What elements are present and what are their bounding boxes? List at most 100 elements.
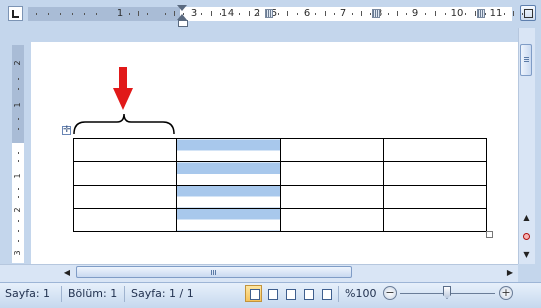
table-cell-selected[interactable]: [176, 161, 281, 186]
ruler-label: 11: [489, 8, 503, 19]
vertical-ruler-dot: [18, 240, 19, 242]
table-cell[interactable]: [279, 207, 384, 233]
previous-page-icon[interactable]: ▲: [519, 211, 534, 224]
ruler-dot: [48, 13, 49, 15]
table-cell[interactable]: [279, 161, 384, 186]
vertical-ruler-label: 2: [13, 60, 22, 66]
curly-brace-annotation: [73, 113, 175, 135]
table-column-marker[interactable]: [477, 9, 485, 18]
ruler-dot: [370, 13, 371, 15]
status-separator: [338, 286, 339, 302]
table-cell[interactable]: [382, 184, 488, 209]
status-page[interactable]: Sayfa: 1: [5, 288, 50, 300]
left-tab-icon[interactable]: [8, 6, 23, 21]
table-cell[interactable]: [279, 184, 384, 209]
table-cell[interactable]: [72, 137, 178, 163]
ruler-dot: [388, 13, 389, 15]
ruler-dot: [296, 13, 298, 15]
vertical-ruler-label: 2: [13, 207, 22, 213]
table-move-handle-icon[interactable]: ✛: [62, 126, 71, 135]
vertical-ruler-dot: [18, 152, 19, 154]
table-cell[interactable]: [72, 184, 178, 209]
table-cell[interactable]: [382, 137, 488, 163]
ruler-tick: [513, 11, 514, 16]
ruler-dot: [84, 13, 85, 15]
table-cell-selected[interactable]: [176, 137, 281, 163]
ruler-dot: [129, 13, 130, 15]
table-cell[interactable]: [72, 161, 178, 186]
ruler-dot: [96, 13, 97, 15]
vertical-ruler-dot: [18, 160, 19, 162]
zoom-level[interactable]: %100: [345, 288, 376, 300]
table-cell[interactable]: [382, 161, 488, 186]
ruler-label: 1: [116, 8, 124, 19]
table-row: [72, 137, 488, 163]
table-row: [72, 161, 488, 186]
ruler-dot: [36, 13, 37, 15]
next-page-icon[interactable]: ▼: [519, 248, 534, 261]
table-cell[interactable]: [279, 137, 384, 163]
ruler-tick: [138, 11, 139, 16]
vertical-ruler-dot: [18, 188, 19, 190]
ruler-dot: [165, 13, 166, 15]
vertical-ruler-label: 1: [13, 102, 22, 108]
ruler-dot: [445, 13, 446, 15]
ruler-tick: [174, 11, 175, 16]
ruler-tick: [287, 11, 288, 16]
horizontal-scrollbar-thumb[interactable]: [76, 266, 352, 278]
scroll-left-icon[interactable]: ◀: [60, 265, 74, 280]
zoom-in-icon[interactable]: +: [499, 286, 513, 300]
zoom-out-icon[interactable]: −: [383, 286, 397, 300]
ruler-label: 9: [411, 8, 419, 19]
vertical-ruler-label: 3: [13, 250, 22, 256]
ruler-tick: [435, 11, 436, 16]
table-cell[interactable]: [72, 207, 178, 233]
ruler-dot: [72, 13, 73, 15]
status-separator: [124, 286, 125, 302]
table-column-marker[interactable]: [372, 9, 380, 18]
ruler-dot: [60, 13, 61, 15]
ruler-tick: [324, 11, 326, 16]
table-cell-selected[interactable]: [176, 184, 281, 209]
first-line-indent-marker[interactable]: [177, 5, 187, 11]
outline-icon[interactable]: [299, 285, 316, 302]
ruler-dot: [315, 13, 317, 15]
vertical-ruler-dot: [18, 128, 19, 130]
left-indent-marker[interactable]: [178, 20, 188, 27]
ruler-dot: [465, 13, 466, 15]
ruler-dot: [522, 13, 523, 15]
ruler-tick: [248, 11, 250, 16]
select-browse-object-icon[interactable]: [519, 230, 534, 243]
ruler-dot: [183, 13, 184, 15]
ruler-dot: [352, 13, 353, 15]
table-row: [72, 207, 488, 233]
ruler-dot: [147, 13, 148, 15]
ruler-label: 10: [450, 8, 464, 19]
vertical-ruler-dot: [18, 78, 19, 80]
status-page-count[interactable]: Sayfa: 1 / 1: [131, 288, 194, 300]
ruler-tick: [361, 11, 362, 16]
ruler-dot: [277, 13, 279, 15]
document-table[interactable]: [72, 137, 488, 233]
vertical-scrollbar-thumb[interactable]: [520, 44, 532, 76]
table-column-marker[interactable]: [265, 9, 273, 18]
table-cell[interactable]: [382, 207, 488, 233]
ruler-dot: [425, 13, 426, 15]
ruler-dot: [406, 13, 407, 15]
ruler-label: 3: [190, 8, 198, 19]
table-resize-handle[interactable]: [486, 231, 493, 238]
vertical-ruler-label: 1: [13, 173, 22, 179]
scroll-right-icon[interactable]: ▶: [503, 265, 517, 280]
ruler-label: 2: [253, 8, 261, 19]
ruler-dot: [504, 13, 505, 15]
table-cell-selected[interactable]: [176, 207, 281, 233]
red-down-arrow-head: [113, 88, 133, 110]
full-screen-reading-icon[interactable]: [263, 285, 280, 302]
ruler-dot: [201, 13, 203, 15]
draft-icon[interactable]: [317, 285, 334, 302]
print-layout-icon[interactable]: [245, 285, 262, 302]
web-layout-icon[interactable]: [281, 285, 298, 302]
vertical-ruler-dot: [18, 88, 19, 90]
ruler-tick: [475, 11, 476, 16]
status-section[interactable]: Bölüm: 1: [68, 288, 117, 300]
